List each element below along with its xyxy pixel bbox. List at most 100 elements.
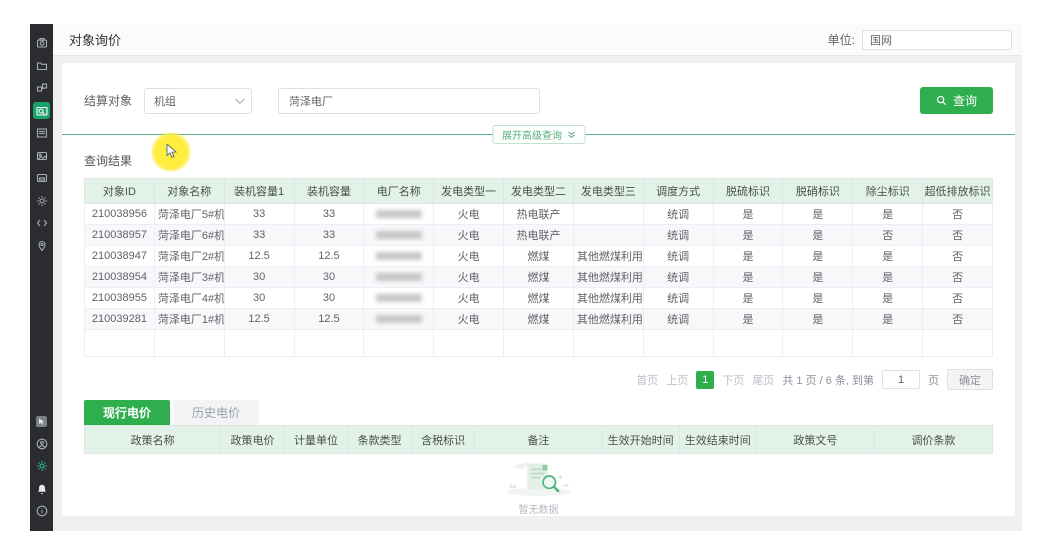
bell-icon[interactable] [33,480,50,497]
pagination-summary: 共 1 页 / 6 条, 到第 [782,372,874,388]
unit-input[interactable] [862,30,1012,50]
pin-icon[interactable] [33,237,50,254]
table-cell: 菏泽电厂4#机组 [154,288,224,309]
theme-icon[interactable] [33,458,50,475]
app-logo-icon[interactable] [33,35,50,52]
table-cell: 是 [713,309,783,330]
search-icon [936,95,947,106]
table-cell: 菏泽电厂5#机组 [154,204,224,225]
results-table-header: 对象ID对象名称装机容量1装机容量电厂名称发电类型一发电类型二发电类型三调度方式… [85,179,993,204]
table-cell: 其他燃煤利用 [573,246,643,267]
table-cell: 燃煤 [504,246,574,267]
table-cell: 统调 [643,246,713,267]
pagination-next-button[interactable]: 下页 [722,372,744,388]
table-cell: 12.5 [224,246,294,267]
tab-current-price[interactable]: 现行电价 [84,400,170,425]
keyword-input[interactable] [278,88,540,114]
table-cell: 否 [923,309,993,330]
expand-advanced-search-button[interactable]: 展开高级查询 [492,125,585,144]
table-cell: 33 [224,204,294,225]
table-cell: 是 [713,267,783,288]
price-column-header: 调价条款 [874,426,992,454]
pagination-page-1-button[interactable]: 1 [696,371,714,389]
table-cell: 热电联产 [504,204,574,225]
table-cell: 33 [224,225,294,246]
table-cell [364,267,434,288]
table-cell: 否 [923,267,993,288]
table-cell [85,330,155,357]
price-column-header: 含税标识 [411,426,475,454]
table-cell: 是 [853,204,923,225]
table-row[interactable]: 210038956菏泽电厂5#机组3333火电热电联产统调是是是否 [85,204,993,225]
component-icon[interactable] [33,80,50,97]
table-row[interactable]: 210038954菏泽电厂3#机组3030火电燃煤其他燃煤利用统调是是是否 [85,267,993,288]
results-column-header: 对象名称 [154,179,224,204]
results-column-header: 发电类型三 [573,179,643,204]
table-cell: 统调 [643,225,713,246]
price-column-header: 政策文号 [756,426,874,454]
results-title: 查询结果 [84,152,993,169]
double-chevron-down-icon [567,131,575,139]
table-cell: 是 [783,204,853,225]
inquiry-icon[interactable] [33,102,50,119]
results-column-header: 超低排放标识 [923,179,993,204]
window-icon[interactable] [33,170,50,187]
unit-field-group: 单位: [828,30,1012,50]
info-icon[interactable] [33,503,50,520]
pagination-first-button[interactable]: 首页 [636,372,658,388]
redacted-plant-name [376,273,423,281]
table-row[interactable]: 210038957菏泽电厂6#机组3333火电热电联产统调是是否否 [85,225,993,246]
table-cell: 30 [224,267,294,288]
table-cell: 210038947 [85,246,155,267]
pagination-prev-button[interactable]: 上页 [666,372,688,388]
price-column-header: 政策名称 [85,426,221,454]
table-cell: 是 [853,288,923,309]
table-cell: 是 [783,288,853,309]
table-cell: 否 [853,225,923,246]
table-cell: 33 [294,204,364,225]
table-cell: 其他燃煤利用 [573,267,643,288]
table-cell: 菏泽电厂2#机组 [154,246,224,267]
results-column-header: 电厂名称 [364,179,434,204]
table-row[interactable]: 210038947菏泽电厂2#机组12.512.5火电燃煤其他燃煤利用统调是是是… [85,246,993,267]
price-table: 政策名称政策电价计量单位条款类型含税标识备注生效开始时间生效结束时间政策文号调价… [84,425,993,454]
content: 结算对象 机组 查询 展开高级查询 [53,56,1022,531]
empty-table-row [85,330,993,357]
pagination-last-button[interactable]: 尾页 [752,372,774,388]
tab-history-price[interactable]: 历史电价 [173,400,259,425]
gear-icon[interactable] [33,192,50,209]
folder-icon[interactable] [33,57,50,74]
table-cell: 是 [713,288,783,309]
list-icon[interactable] [33,125,50,142]
table-cell: 火电 [434,246,504,267]
query-button[interactable]: 查询 [920,87,993,114]
pagination-confirm-button[interactable]: 确定 [947,369,993,390]
pagination-page-input[interactable] [882,370,920,389]
table-cell [364,288,434,309]
table-cell: 火电 [434,288,504,309]
image-icon[interactable] [33,147,50,164]
settlement-object-select[interactable]: 机组 [144,88,252,114]
table-cell: 否 [923,204,993,225]
code-icon[interactable] [33,215,50,232]
results-column-header: 对象ID [85,179,155,204]
table-cell: 菏泽电厂3#机组 [154,267,224,288]
page-title: 对象询价 [69,30,121,49]
screenshot-icon[interactable] [33,413,50,430]
user-icon[interactable] [33,435,50,452]
table-cell: 热电联产 [504,225,574,246]
sidebar-top-icons [33,29,50,260]
table-cell: 其他燃煤利用 [573,309,643,330]
select-value: 机组 [154,93,176,109]
inquiry-card: 结算对象 机组 查询 展开高级查询 [62,63,1015,516]
table-cell [923,330,993,357]
table-cell: 是 [853,246,923,267]
table-row[interactable]: 210038955菏泽电厂4#机组3030火电燃煤其他燃煤利用统调是是是否 [85,288,993,309]
table-cell [643,330,713,357]
table-cell [364,204,434,225]
table-cell [504,330,574,357]
table-row[interactable]: 210039281菏泽电厂1#机组12.512.5火电燃煤其他燃煤利用统调是是是… [85,309,993,330]
sidebar-bottom-icons [33,407,50,525]
table-cell [573,204,643,225]
table-cell: 统调 [643,309,713,330]
